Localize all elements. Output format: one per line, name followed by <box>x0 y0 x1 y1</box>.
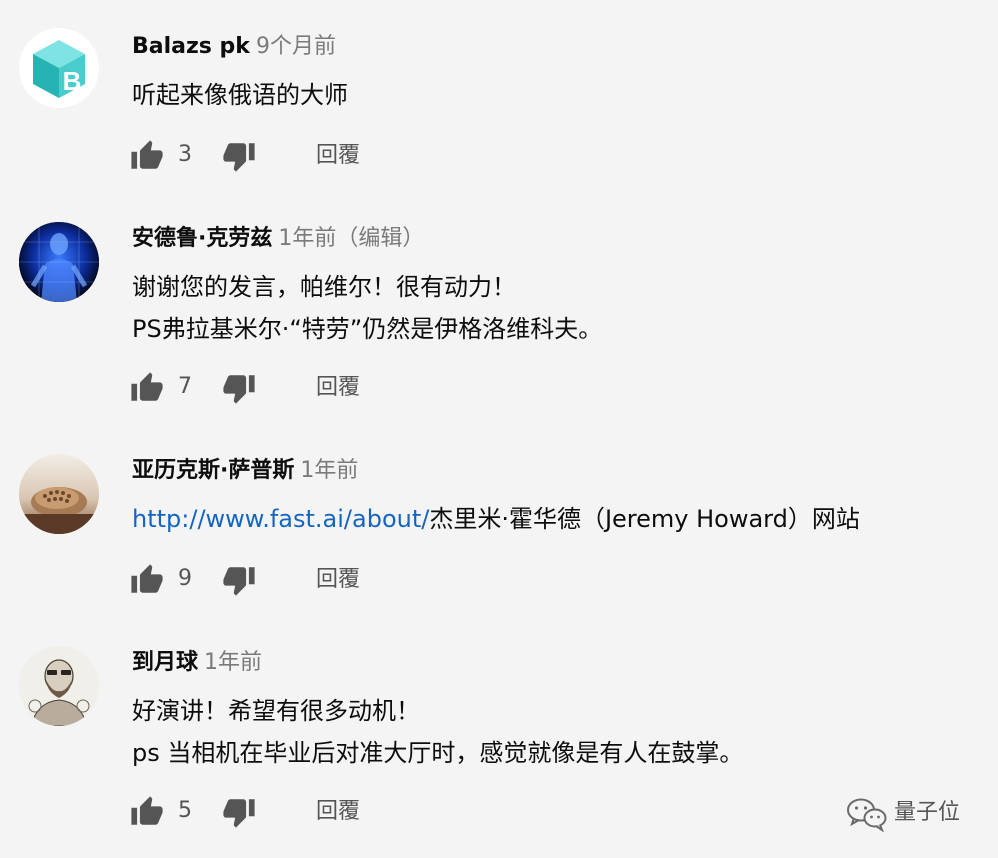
blue-figure-avatar-icon <box>19 222 99 302</box>
avatar[interactable] <box>19 454 99 534</box>
comment-line: http://www.fast.ai/about/杰里米·霍华德（Jeremy … <box>132 498 860 540</box>
thumbs-up-icon[interactable] <box>130 563 164 597</box>
watermark: 量子位 <box>846 796 986 832</box>
timestamp[interactable]: 1年前 <box>300 458 358 483</box>
avatar-letter: B <box>63 66 82 96</box>
comment-text: 听起来像俄语的大师 <box>132 74 348 116</box>
thumbs-down-icon[interactable] <box>222 795 256 829</box>
like-count: 9 <box>178 566 192 591</box>
external-link[interactable]: http://www.fast.ai/about/ <box>132 505 429 533</box>
comment-text: 好演讲！希望有很多动机！ ps 当相机在毕业后对准大厅时，感觉就像是有人在鼓掌。 <box>132 690 743 774</box>
comment-line: 好演讲！希望有很多动机！ <box>132 697 420 725</box>
comment-text: http://www.fast.ai/about/杰里米·霍华德（Jeremy … <box>132 498 860 540</box>
thumbs-up-icon[interactable] <box>130 139 164 173</box>
thumbs-down-icon[interactable] <box>222 563 256 597</box>
comment-header: 亚历克斯·萨普斯 1年前 <box>132 457 358 485</box>
author-name[interactable]: Balazs pk <box>132 34 250 59</box>
avatar[interactable] <box>19 646 99 726</box>
reply-button[interactable]: 回覆 <box>316 139 360 173</box>
avatar[interactable]: B <box>19 28 99 108</box>
comment-actions: 9 回覆 <box>130 563 390 597</box>
author-name[interactable]: 安德鲁·克劳兹 <box>132 226 272 251</box>
watermark-text: 量子位 <box>894 800 961 825</box>
like-count: 3 <box>178 142 192 167</box>
thumbs-down-icon[interactable] <box>222 371 256 405</box>
comment-line: 听起来像俄语的大师 <box>132 81 348 109</box>
comment-line: PS弗拉基米尔·“特劳”仍然是伊格洛维科夫。 <box>132 315 603 343</box>
comment-text: 谢谢您的发言，帕维尔！很有动力！ PS弗拉基米尔·“特劳”仍然是伊格洛维科夫。 <box>132 266 602 350</box>
wechat-icon <box>847 798 887 832</box>
reply-button[interactable]: 回覆 <box>316 563 360 597</box>
thumbs-up-icon[interactable] <box>130 371 164 405</box>
comment-line: ps 当相机在毕业后对准大厅时，感觉就像是有人在鼓掌。 <box>132 739 744 767</box>
comment-line: 谢谢您的发言，帕维尔！很有动力！ <box>132 273 516 301</box>
timestamp[interactable]: 1年前 <box>204 650 262 675</box>
timestamp[interactable]: 1年前 <box>278 226 336 251</box>
comment-header: Balazs pk 9个月前 <box>132 33 336 61</box>
timestamp[interactable]: 9个月前 <box>256 34 336 59</box>
reply-button[interactable]: 回覆 <box>316 371 360 405</box>
like-count: 5 <box>178 798 192 823</box>
link-suffix: 杰里米·霍华德（Jeremy Howard）网站 <box>429 505 860 533</box>
letter-b-cube-avatar-icon: B <box>19 28 99 108</box>
thumbs-down-icon[interactable] <box>222 139 256 173</box>
avatar[interactable] <box>19 222 99 302</box>
hedgehog-photo-avatar-icon <box>19 454 99 534</box>
like-count: 7 <box>178 374 192 399</box>
thumbs-up-icon[interactable] <box>130 795 164 829</box>
comment-actions: 3 回覆 <box>130 139 390 173</box>
author-name[interactable]: 亚历克斯·萨普斯 <box>132 458 294 483</box>
comment-actions: 7 回覆 <box>130 371 390 405</box>
comment-header: 到月球 1年前 <box>132 649 262 677</box>
author-name[interactable]: 到月球 <box>132 650 198 675</box>
edited-label: （编辑） <box>336 226 425 251</box>
comment-header: 安德鲁·克劳兹 1年前（编辑） <box>132 225 424 253</box>
reply-button[interactable]: 回覆 <box>316 795 360 829</box>
comment-actions: 5 回覆 <box>130 795 390 829</box>
bearded-man-sketch-avatar-icon <box>19 646 99 726</box>
